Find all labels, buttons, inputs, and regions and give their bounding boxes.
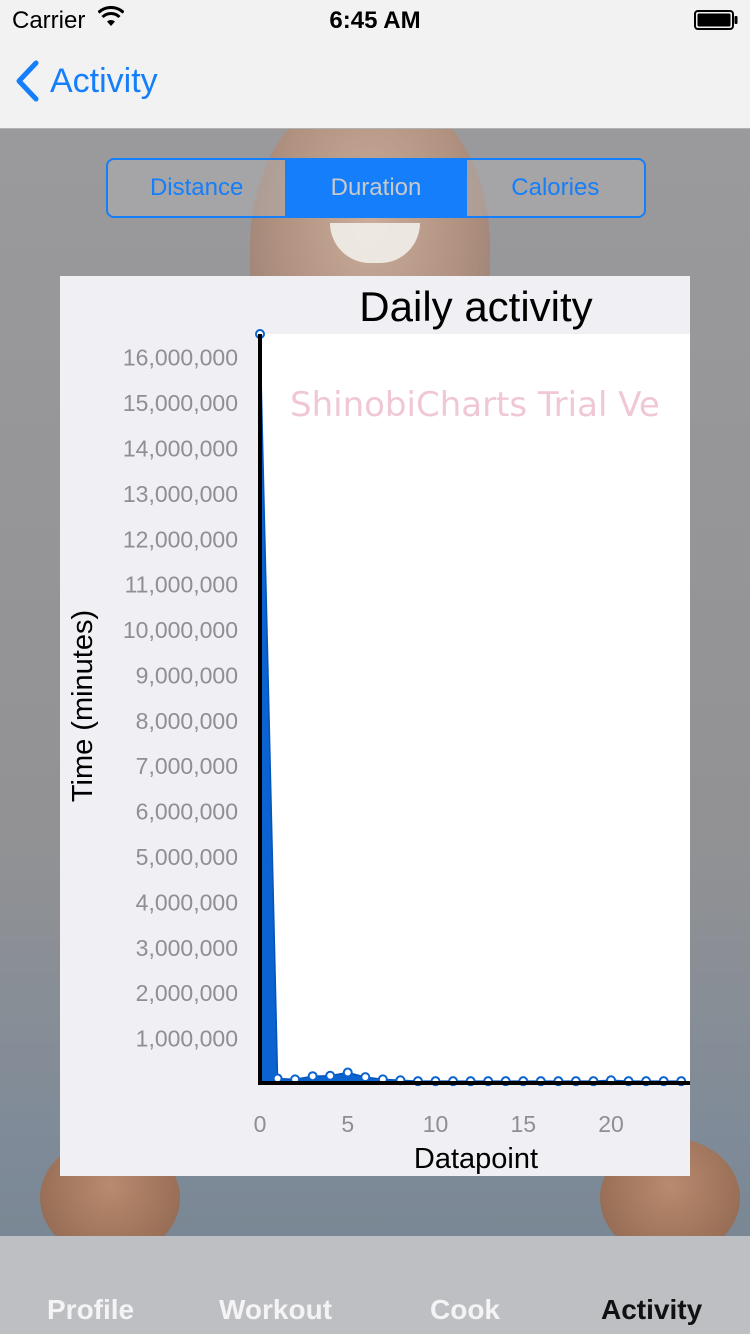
- y-tick-label: 9,000,000: [136, 662, 238, 688]
- metric-segmented-control: Distance Duration Calories: [106, 158, 646, 218]
- data-point: [342, 1067, 353, 1078]
- x-axis-label: Datapoint: [414, 1143, 538, 1175]
- tab-profile[interactable]: Profile: [47, 1294, 134, 1326]
- segment-distance[interactable]: Distance: [108, 160, 285, 216]
- y-axis-ticks: 1,000,000 2,000,000 3,000,000 4,000,000 5,00…: [123, 345, 238, 1052]
- data-point: [325, 1070, 336, 1081]
- y-tick-label: 1,000,000: [136, 1026, 238, 1052]
- data-point: [360, 1072, 371, 1083]
- y-tick-label: 15,000,000: [123, 390, 238, 416]
- segment-duration[interactable]: Duration: [285, 160, 465, 216]
- chart-watermark: ShinobiCharts Trial Ve: [290, 385, 660, 425]
- back-button[interactable]: Activity: [14, 60, 158, 102]
- x-tick-label: 5: [341, 1111, 354, 1137]
- tab-bar: Profile Workout Cook Activity: [0, 1236, 750, 1334]
- chart-card: Daily activity ShinobiCharts Trial Ve 1,…: [60, 276, 690, 1176]
- y-tick-label: 6,000,000: [136, 799, 238, 825]
- y-tick-label: 2,000,000: [136, 980, 238, 1006]
- y-tick-label: 5,000,000: [136, 844, 238, 870]
- x-tick-label: 0: [254, 1111, 267, 1137]
- y-tick-label: 14,000,000: [123, 435, 238, 461]
- y-tick-label: 11,000,000: [125, 572, 238, 598]
- y-tick-label: 7,000,000: [136, 753, 238, 779]
- status-bar: Carrier 6:45 AM: [0, 0, 750, 40]
- y-tick-label: 10,000,000: [123, 617, 238, 643]
- y-tick-label: 3,000,000: [136, 935, 238, 961]
- tab-activity[interactable]: Activity: [601, 1294, 702, 1326]
- y-tick-label: 12,000,000: [123, 526, 238, 552]
- x-tick-label: 20: [598, 1111, 624, 1137]
- tab-workout[interactable]: Workout: [219, 1294, 332, 1326]
- y-tick-label: 13,000,000: [123, 481, 238, 507]
- plot-area: [260, 334, 690, 1084]
- back-label: Activity: [50, 61, 158, 100]
- data-point: [307, 1071, 318, 1082]
- x-tick-label: 10: [423, 1111, 449, 1137]
- navigation-bar: Activity: [0, 40, 750, 129]
- y-tick-label: 4,000,000: [136, 889, 238, 915]
- daily-activity-chart: Daily activity ShinobiCharts Trial Ve 1,…: [67, 283, 690, 1175]
- chart-title: Daily activity: [359, 283, 592, 330]
- tab-cook[interactable]: Cook: [430, 1294, 500, 1326]
- segment-calories[interactable]: Calories: [464, 160, 644, 216]
- y-tick-label: 8,000,000: [136, 708, 238, 734]
- status-time: 6:45 AM: [329, 7, 421, 34]
- y-tick-label: 16,000,000: [123, 345, 238, 371]
- y-axis-label: Time (minutes): [67, 610, 99, 802]
- x-axis-ticks: 0 5 10 15 20: [254, 1111, 624, 1137]
- x-tick-label: 15: [510, 1111, 536, 1137]
- battery-icon: [694, 10, 738, 30]
- chevron-left-icon: [16, 60, 39, 102]
